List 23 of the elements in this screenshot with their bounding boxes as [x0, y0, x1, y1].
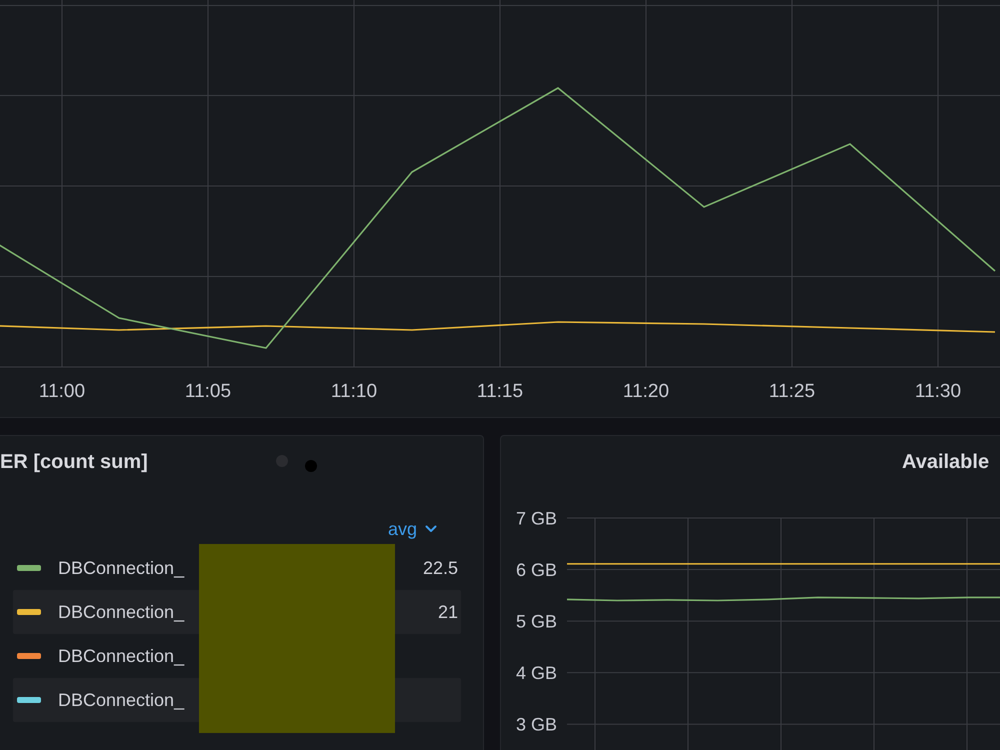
- axis-label: 11:15: [476, 381, 524, 402]
- column-header[interactable]: avg: [388, 518, 437, 540]
- axis-label: 3 GB: [516, 714, 557, 735]
- axis-label: 4 GB: [516, 663, 557, 684]
- dot-icon: [305, 460, 317, 472]
- series-value: 21: [438, 602, 458, 622]
- chevron-down-icon: [425, 525, 437, 533]
- axis-label: 6 GB: [516, 560, 557, 580]
- series-name: DBConnection_: [58, 646, 184, 666]
- panel-title: ER [count sum]: [0, 450, 148, 474]
- series-name: DBConnection_: [58, 690, 184, 710]
- panel-title: Available: [902, 450, 990, 474]
- axis-label: 5 GB: [516, 612, 557, 632]
- axis-label: 11:30: [914, 381, 962, 402]
- axis-label: 11:10: [330, 381, 378, 402]
- axis-label: 11:00: [38, 381, 86, 402]
- axis-label: 11:05: [184, 381, 232, 402]
- series-value: 22.5: [422, 558, 458, 578]
- series-name: DBConnection_: [58, 602, 184, 622]
- axis-label: 7 GB: [516, 508, 557, 528]
- axis-label: 11:20: [622, 381, 670, 402]
- series-name: DBConnection_: [58, 558, 184, 578]
- axis-label: 11:25: [768, 381, 816, 402]
